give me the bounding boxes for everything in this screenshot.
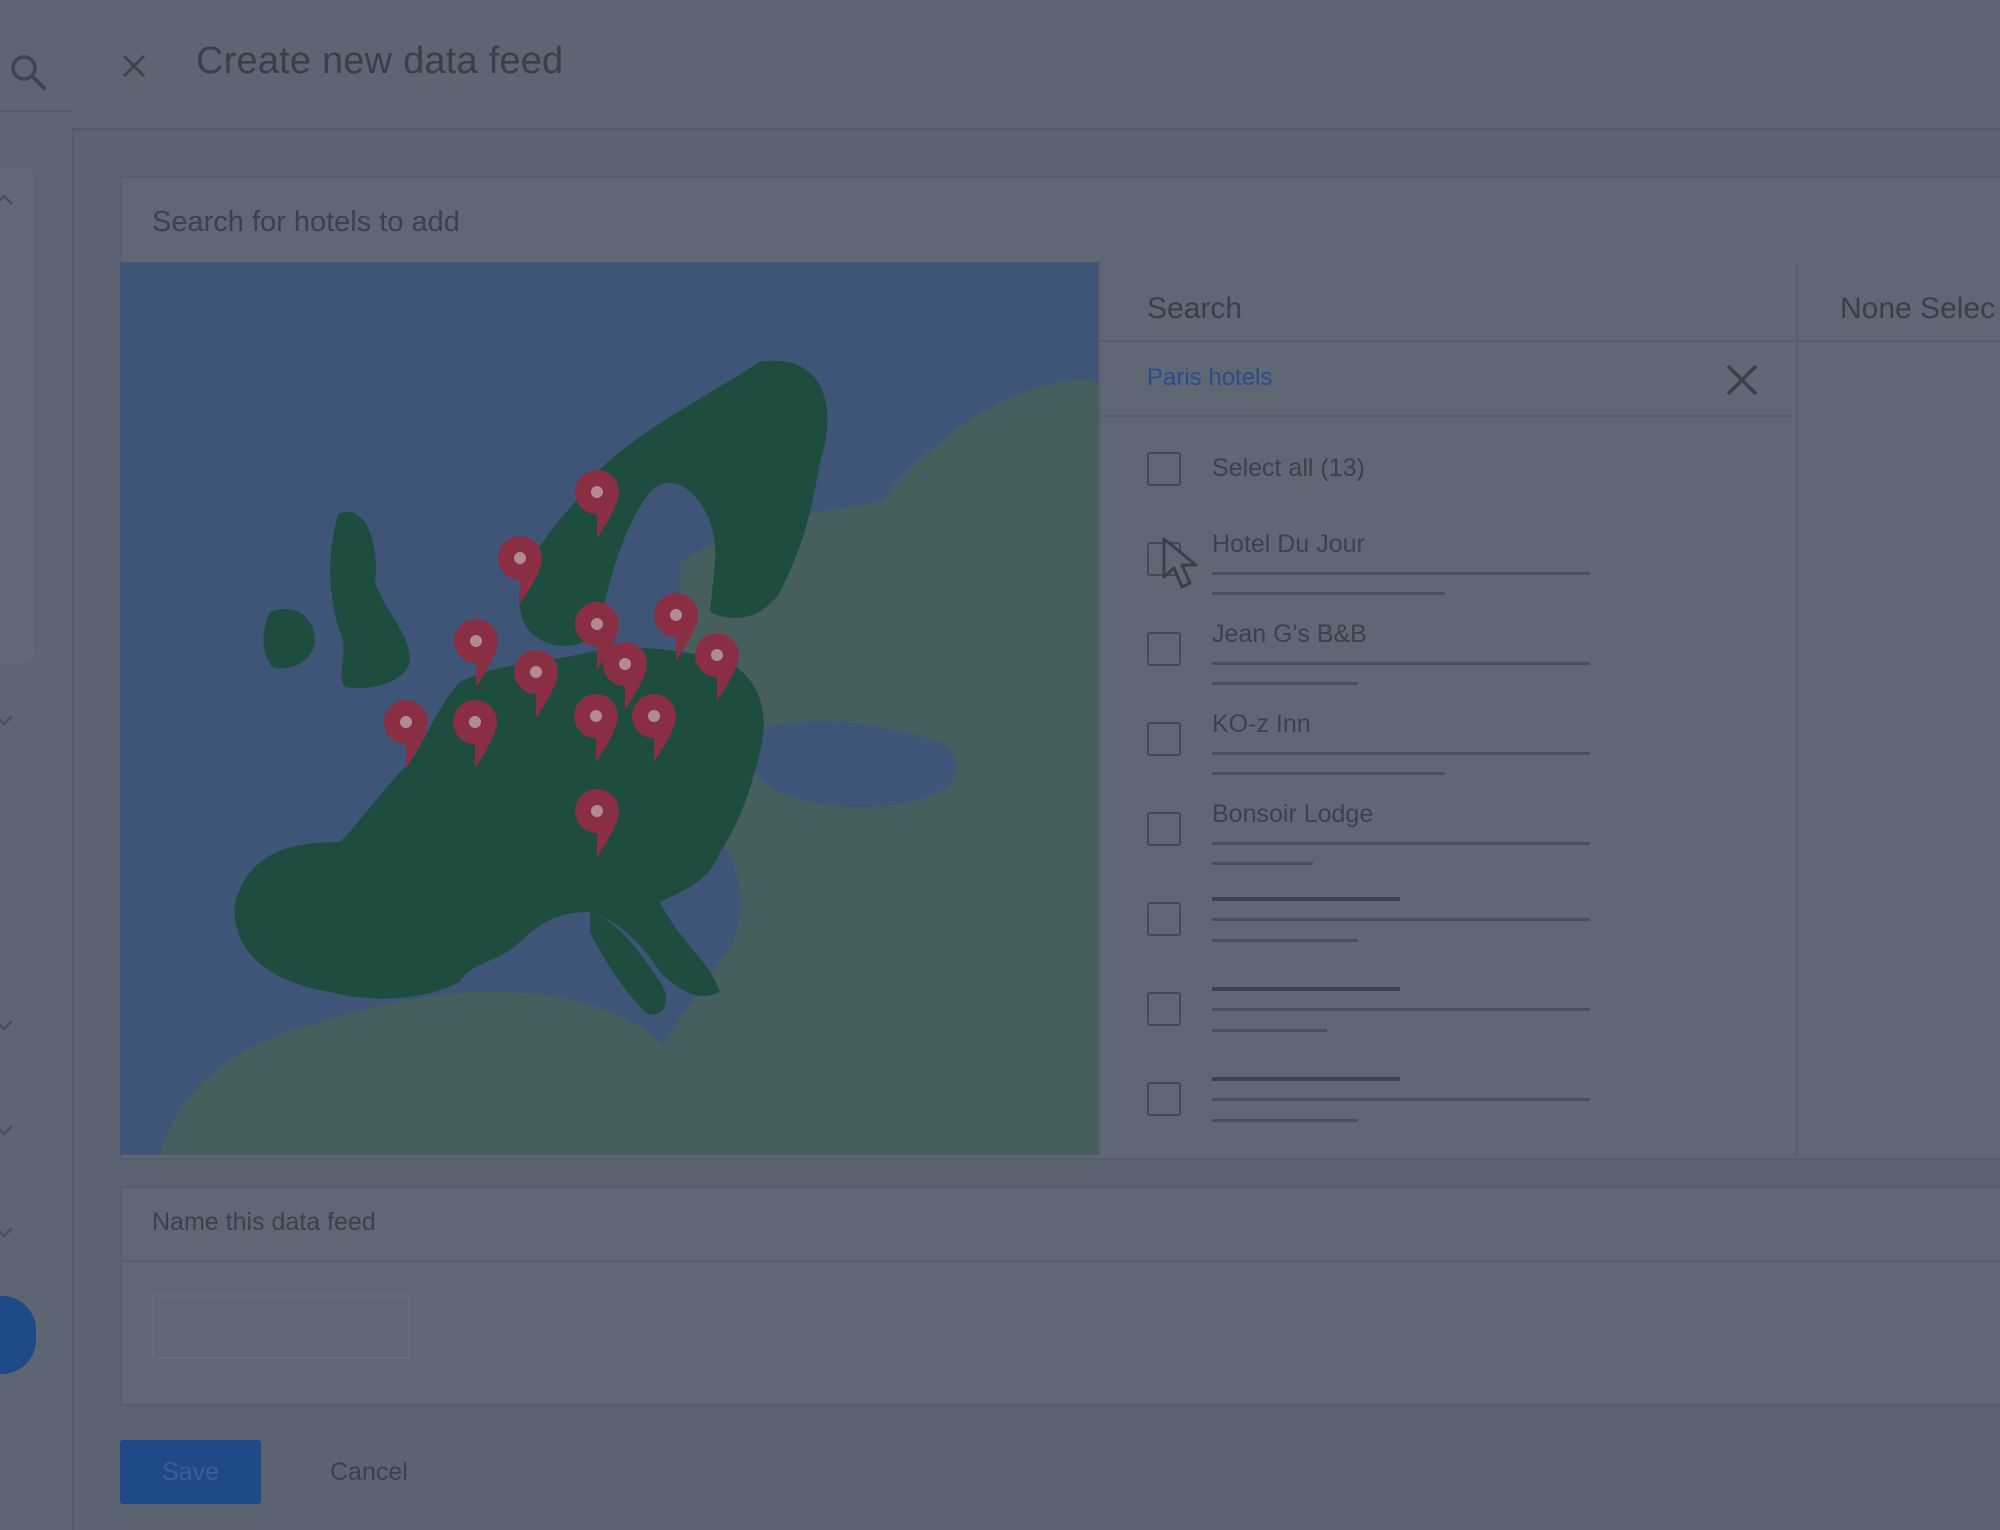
placeholder-line <box>1212 772 1445 775</box>
hotel-name: Hotel Du Jour <box>1212 530 1365 558</box>
hotel-name: KO-z Inn <box>1212 710 1311 738</box>
placeholder-line <box>1212 842 1590 845</box>
save-button[interactable]: Save <box>120 1440 261 1504</box>
selected-header: None Selec <box>1840 292 1996 325</box>
hotel-checkbox[interactable] <box>1147 632 1181 666</box>
search-label: Search <box>1147 292 1243 325</box>
placeholder-line <box>1212 572 1590 575</box>
chevron-down-icon[interactable] <box>0 710 14 730</box>
europe-map[interactable] <box>120 262 1098 1155</box>
divider <box>1796 340 2000 342</box>
hotel-checkbox[interactable] <box>1147 722 1181 756</box>
placeholder-line <box>1212 918 1590 921</box>
hotel-name: Jean G's B&B <box>1212 620 1367 648</box>
search-results-panel <box>1098 262 1798 1155</box>
placeholder-line <box>1212 987 1400 991</box>
placeholder-line <box>1212 1119 1358 1122</box>
clear-search-icon[interactable] <box>1720 358 1764 402</box>
hotel-checkbox[interactable] <box>1147 1082 1181 1116</box>
cancel-button[interactable]: Cancel <box>300 1440 438 1504</box>
name-feed-label: Name this data feed <box>152 1208 376 1236</box>
placeholder-line <box>1212 682 1358 685</box>
hotel-checkbox[interactable] <box>1147 992 1181 1026</box>
placeholder-line <box>1212 1029 1327 1032</box>
hotel-checkbox[interactable] <box>1147 902 1181 936</box>
placeholder-line <box>1212 897 1400 901</box>
placeholder-line <box>1212 1008 1590 1011</box>
close-icon[interactable] <box>112 44 156 88</box>
chevron-down-icon[interactable] <box>0 1015 14 1035</box>
placeholder-line <box>1212 862 1313 865</box>
placeholder-line <box>1212 939 1358 942</box>
placeholder-line <box>1212 592 1445 595</box>
hotel-name: Bonsoir Lodge <box>1212 800 1374 828</box>
search-query-chip[interactable]: Paris hotels <box>1147 364 1272 392</box>
divider <box>1098 415 1794 417</box>
chevron-down-icon[interactable] <box>0 1222 14 1242</box>
chevron-up-icon[interactable] <box>0 190 14 210</box>
placeholder-line <box>1212 1077 1400 1081</box>
rail-panel <box>0 168 34 663</box>
placeholder-line <box>1212 752 1590 755</box>
placeholder-line <box>1212 662 1590 665</box>
placeholder-line <box>1212 1098 1590 1101</box>
hotel-checkbox[interactable] <box>1147 812 1181 846</box>
card-heading: Search for hotels to add <box>152 206 460 238</box>
divider <box>120 1260 2000 1262</box>
search-icon[interactable] <box>6 50 50 94</box>
mouse-cursor-icon <box>1162 537 1198 589</box>
divider <box>1098 340 1794 342</box>
select-all-checkbox[interactable] <box>1147 452 1181 486</box>
rail-divider <box>0 110 72 112</box>
feed-name-input[interactable] <box>152 1295 410 1359</box>
page-title: Create new data feed <box>196 40 564 82</box>
chevron-down-icon[interactable] <box>0 1120 14 1140</box>
select-all-label: Select all (13) <box>1212 454 1365 482</box>
